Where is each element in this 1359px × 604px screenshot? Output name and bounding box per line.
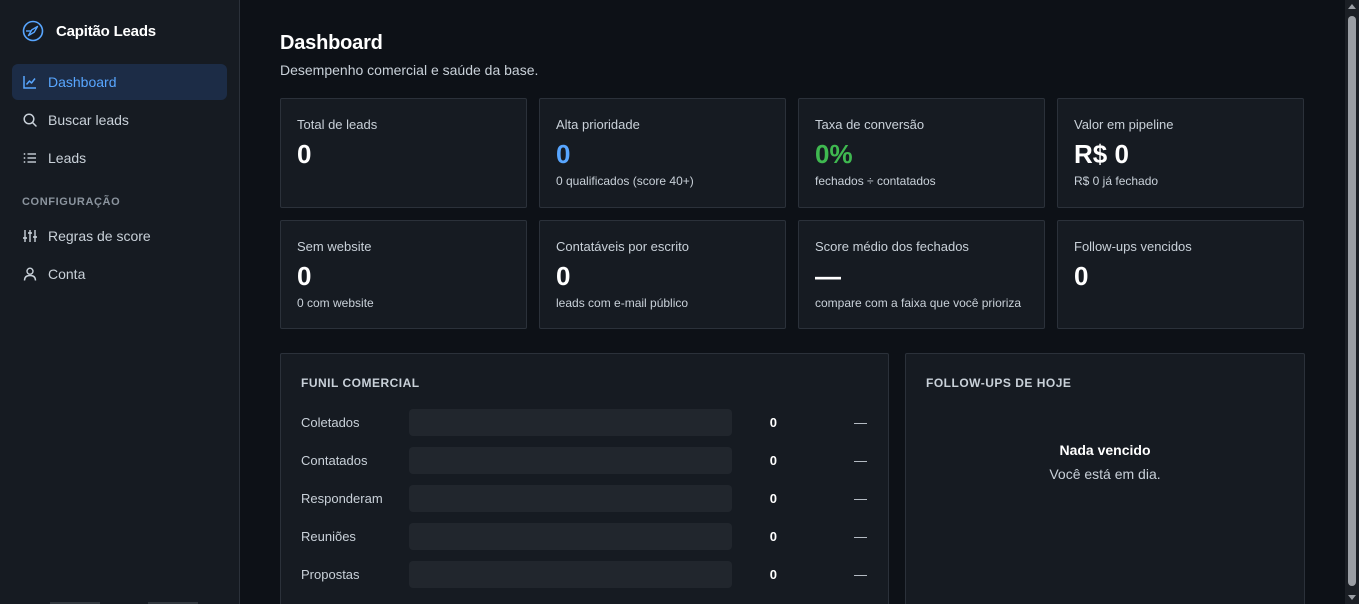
kpi-value: 0%: [815, 139, 853, 169]
stage-label: Contatados: [301, 452, 368, 468]
kpi-label: Alta prioridade: [556, 117, 640, 132]
scrollbar-thumb[interactable]: [1348, 16, 1356, 586]
brand[interactable]: Capitão Leads: [12, 18, 227, 44]
empty-title: Nada vencido: [1059, 442, 1151, 458]
search-icon: [23, 113, 37, 127]
kpi-label: Contatáveis por escrito: [556, 239, 689, 254]
page-title: Dashboard: [280, 32, 383, 54]
stage-label: Coletados: [301, 414, 360, 430]
kpi-card-sem-website: Sem website 0 0 com website: [280, 220, 527, 329]
stage-label: Propostas: [301, 566, 360, 582]
stage-bar: [409, 484, 732, 512]
panel-title: FOLLOW-UPS DE HOJE: [926, 376, 1072, 390]
kpi-sub: 0 qualificados (score 40+): [556, 174, 694, 188]
kpi-label: Valor em pipeline: [1074, 117, 1174, 132]
stage-count: 0: [769, 528, 777, 544]
stage-rate: —: [854, 414, 867, 430]
kpi-sub: leads com e-mail público: [556, 296, 689, 310]
panel-title: FUNIL COMERCIAL: [301, 376, 420, 390]
sidebar-item-label: Buscar leads: [48, 112, 129, 128]
kpi-value: —: [815, 261, 841, 291]
kpi-card-total-leads: Total de leads 0: [280, 98, 527, 208]
kpi-label: Follow-ups vencidos: [1074, 239, 1192, 254]
kpi-value: 0: [1074, 261, 1089, 291]
followups-panel: FOLLOW-UPS DE HOJE Nada vencido Você est…: [905, 353, 1305, 604]
stage-bar: [409, 522, 732, 550]
kpi-card-valor-pipeline: Valor em pipeline R$ 0 R$ 0 já fechado: [1057, 98, 1304, 208]
main-content: Dashboard Desempenho comercial e saúde d…: [240, 0, 1359, 604]
stage-count: 0: [769, 452, 777, 468]
funnel-row: Propostas 0 —: [301, 560, 868, 588]
panels: FUNIL COMERCIAL Coletados 0 — Contatados…: [280, 353, 1319, 604]
sidebar-item-label: Conta: [48, 266, 86, 282]
funnel-row: Reuniões 0 —: [301, 522, 868, 550]
stage-label: Reuniões: [301, 528, 356, 544]
scroll-up-arrow-icon[interactable]: [1348, 4, 1356, 9]
kpi-label: Sem website: [297, 239, 372, 254]
kpi-card-score-medio: Score médio dos fechados — compare com a…: [798, 220, 1045, 329]
sidebar-item-regras-de-score[interactable]: Regras de score: [12, 218, 227, 254]
compass-logo-icon: [22, 20, 44, 42]
stage-bar: [409, 446, 732, 474]
kpi-sub: compare com a faixa que você prioriza: [815, 296, 1022, 310]
kpi-card-taxa-conversao: Taxa de conversão 0% fechados ÷ contatad…: [798, 98, 1045, 208]
app-window: Capitão Leads Dashboard Buscar leads Lea…: [0, 0, 1359, 604]
page-scrollbar[interactable]: [1345, 0, 1359, 604]
funnel-panel: FUNIL COMERCIAL Coletados 0 — Contatados…: [280, 353, 889, 604]
stage-count: 0: [769, 490, 777, 506]
funnel-row: Contatados 0 —: [301, 446, 868, 474]
funnel-row: Responderam 0 —: [301, 484, 868, 512]
kpi-label: Taxa de conversão: [815, 117, 925, 132]
stage-bar: [409, 560, 732, 588]
kpi-value: 0: [297, 139, 312, 169]
sidebar-item-buscar-leads[interactable]: Buscar leads: [12, 102, 227, 138]
kpi-card-followups-vencidos: Follow-ups vencidos 0: [1057, 220, 1304, 329]
stage-rate: —: [854, 528, 867, 544]
sidebar-item-leads[interactable]: Leads: [12, 140, 227, 176]
sidebar-item-dashboard[interactable]: Dashboard: [12, 64, 227, 100]
kpi-label: Score médio dos fechados: [815, 239, 969, 254]
stage-label: Responderam: [301, 490, 383, 506]
sidebar-item-label: Leads: [48, 150, 87, 166]
chart-line-icon: [23, 76, 36, 89]
brand-name: Capitão Leads: [56, 22, 156, 40]
kpi-value: 0: [556, 261, 571, 291]
page-subtitle: Desempenho comercial e saúde da base.: [280, 62, 539, 78]
sidebar-item-label: Regras de score: [48, 228, 151, 244]
kpi-label: Total de leads: [297, 117, 378, 132]
stage-rate: —: [854, 566, 867, 582]
sliders-icon: [23, 230, 37, 242]
user-icon: [23, 267, 37, 281]
stage-rate: —: [854, 452, 867, 468]
kpi-sub: 0 com website: [297, 296, 374, 310]
stage-bar: [409, 408, 732, 436]
kpi-value: R$ 0: [1074, 139, 1129, 169]
kpi-grid: Total de leads 0 Alta prioridade 0 0 qua…: [280, 98, 1319, 329]
kpi-value: 0: [297, 261, 312, 291]
sidebar-item-label: Dashboard: [48, 74, 117, 90]
list-icon: [23, 153, 36, 163]
funnel-rows: Coletados 0 — Contatados 0 — Responderam: [301, 408, 868, 588]
kpi-sub: R$ 0 já fechado: [1074, 174, 1159, 188]
kpi-sub: fechados ÷ contatados: [815, 174, 936, 188]
stage-count: 0: [769, 414, 777, 430]
empty-state: Nada vencido Você está em dia.: [926, 408, 1284, 482]
nav-section-configuracao: CONFIGURAÇÃO: [22, 196, 121, 208]
kpi-value: 0: [556, 139, 571, 169]
scroll-down-arrow-icon[interactable]: [1348, 595, 1356, 600]
kpi-card-contataveis: Contatáveis por escrito 0 leads com e-ma…: [539, 220, 786, 329]
empty-subtitle: Você está em dia.: [1049, 466, 1161, 482]
funnel-row: Coletados 0 —: [301, 408, 868, 436]
kpi-card-alta-prioridade: Alta prioridade 0 0 qualificados (score …: [539, 98, 786, 208]
stage-count: 0: [769, 566, 777, 582]
sidebar-item-conta[interactable]: Conta: [12, 256, 227, 292]
sidebar: Capitão Leads Dashboard Buscar leads Lea…: [0, 0, 240, 604]
stage-rate: —: [854, 490, 867, 506]
